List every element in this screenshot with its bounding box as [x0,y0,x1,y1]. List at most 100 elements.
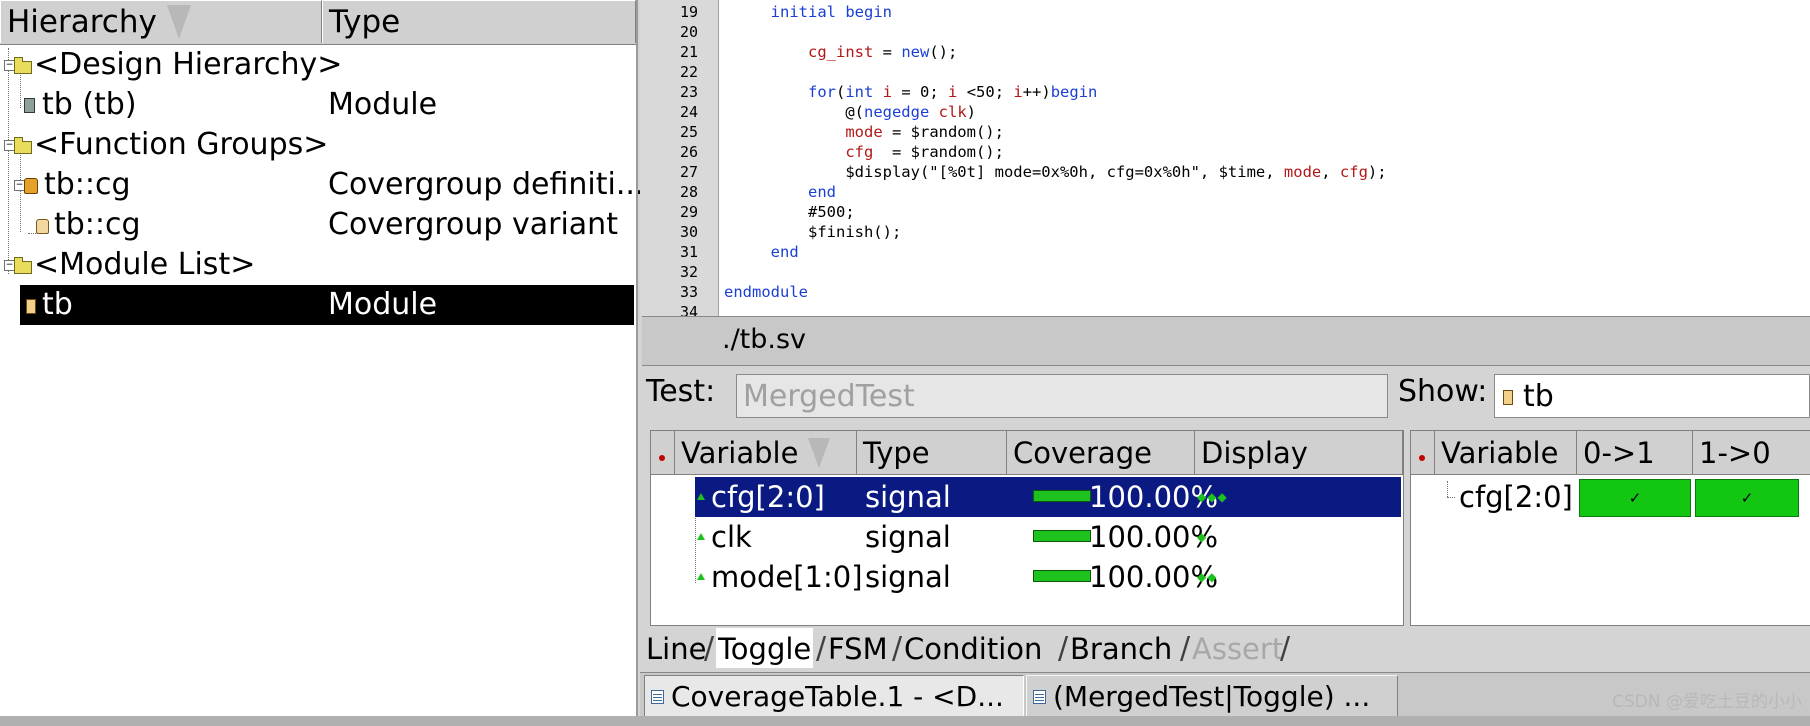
tree-node-type: Module [328,287,438,322]
fall-column-header[interactable]: 1->0 [1693,431,1810,475]
line-number: 27 [679,163,698,181]
code-line: end [808,183,836,201]
tab-condition[interactable]: Condition [904,628,1042,668]
show-field[interactable]: tb [1494,374,1810,418]
coverage-tabs: Line / Toggle / FSM / Condition / Branch… [644,628,1810,668]
test-field[interactable]: MergedTest [736,374,1388,418]
type-column-header[interactable]: Type [322,0,636,43]
tree-guide-line [1447,497,1455,498]
tree-guide-line [28,233,36,234]
covergroup-variant-icon [36,219,49,234]
line-number: 19 [679,3,698,21]
rise-covered-cell[interactable]: ✓ [1579,479,1691,517]
tree-node-label: tb [42,287,73,322]
tree-node-function-groups[interactable]: − <Function Groups> [0,125,636,165]
show-label: Show: [1398,374,1488,409]
tree-node-label: <Function Groups> [34,127,329,162]
fall-covered-cell[interactable]: ✓ [1695,479,1799,517]
type-cell: signal [865,520,951,554]
table-row[interactable]: cfg[2:0] signal 100.00% ◆◆◆ [651,477,1403,517]
tree-node-tb-instance[interactable]: tb (tb) Module [0,85,636,125]
tree-node-label: <Module List> [34,247,256,282]
tab-separator: / [1058,631,1069,666]
line-number: 26 [679,143,698,161]
tree-node-tb-module[interactable]: tb Module [0,285,636,325]
source-editor[interactable]: 19 20 21 22 23 24 25 26 27 28 29 30 31 3… [640,0,1810,321]
type-cell: signal [865,480,951,514]
tab-separator: / [1180,631,1191,666]
display-bits-icon: ◆◆ [1197,570,1218,584]
marker-column-header [651,431,675,475]
marker-column-header [1411,431,1435,475]
tree-guide-line [1447,481,1448,497]
tab-fsm[interactable]: FSM [828,628,888,668]
display-column-header[interactable]: Display [1195,431,1403,475]
code-line: cg_inst = new(); [808,43,958,61]
toggle-detail-table: Variable 0->1 1->0 cfg[2:0] ✓ ✓ [1410,430,1810,626]
line-number: 29 [679,203,698,221]
tree-node-label: tb (tb) [42,87,137,122]
tab-line[interactable]: Line [646,628,706,668]
display-bits-icon: ◆◆◆ [1197,490,1228,504]
hierarchy-column-label: Hierarchy [7,4,157,40]
line-number: 32 [679,263,698,281]
tab-branch[interactable]: Branch [1070,628,1172,668]
toggle-covered-icon [697,573,705,580]
tree-node-covergroup-variant[interactable]: tb::cg Covergroup variant [0,205,636,245]
type-column-header[interactable]: Type [857,431,1007,475]
line-number: 20 [679,23,698,41]
display-bits-icon: ◆ [1197,530,1208,544]
variable-column-header[interactable]: Variable [675,431,857,475]
code-line: #500; [724,203,855,221]
variable-column-header[interactable]: Variable [1435,431,1577,475]
variable-column-label: Variable [681,436,799,470]
toggle-covered-icon [697,533,705,540]
table-window-icon [1033,690,1046,704]
line-number: 31 [679,243,698,261]
code-line: for(int i = 0; i <50; i++)begin [808,83,1098,101]
code-line: $display("[%0t] mode=0x%0h, cfg=0x%0h", … [724,163,1387,181]
code-line: end [770,243,799,261]
tree-node-covergroup-definition[interactable]: − tb::cg Covergroup definiti... [0,165,644,205]
test-label: Test: [646,374,716,409]
toggle-variable-cell[interactable]: cfg[2:0] [1459,477,1573,517]
tree-node-label: tb::cg [44,167,131,202]
marker-dot-icon [1419,455,1425,461]
tree-node-type: Covergroup definiti... [328,167,645,202]
file-path-label: ./tb.sv [722,324,807,355]
tab-separator: / [816,631,827,666]
tree-node-module-list[interactable]: − <Module List> [0,245,636,285]
coverage-bar [1033,490,1091,502]
sort-descending-icon [166,4,191,39]
tab-toggle[interactable]: Toggle [716,628,814,668]
line-number: 24 [679,103,698,121]
line-number-gutter: 19 20 21 22 23 24 25 26 27 28 29 30 31 3… [640,0,719,321]
coverage-bar [1033,530,1091,542]
window-tab-merged-test[interactable]: (MergedTest|Toggle) ... [1026,675,1398,717]
show-field-value: tb [1523,379,1554,414]
window-tab-label: (MergedTest|Toggle) ... [1053,680,1371,713]
window-tab-coverage-table[interactable]: CoverageTable.1 - <D... [644,675,1024,717]
module-icon [1503,390,1513,405]
coverage-column-header[interactable]: Coverage [1007,431,1195,475]
table-row[interactable]: clk signal 100.00% ◆ [651,517,1403,557]
folder-icon [14,137,32,154]
variable-cell: mode[1:0] [711,560,863,594]
tree-node-type: Module [328,87,438,122]
hierarchy-column-header[interactable]: Hierarchy [0,0,322,43]
tab-separator: / [892,631,903,666]
file-path-bar: ./tb.sv [642,316,1810,366]
line-number: 30 [679,223,698,241]
module-instance-icon [24,98,35,113]
table-row[interactable]: mode[1:0] signal 100.00% ◆◆ [651,557,1403,597]
variable-cell: cfg[2:0] [711,480,825,514]
tree-node-design-hierarchy[interactable]: − <Design Hierarchy> [0,45,636,85]
watermark: CSDN @爱吃土豆的小小 [1612,692,1802,712]
table-window-icon [651,690,664,704]
tab-assert: Assert [1192,632,1284,666]
code-line: cfg = $random(); [845,143,1004,161]
rise-column-header[interactable]: 0->1 [1577,431,1693,475]
tree-node-label: tb::cg [54,207,141,242]
line-number: 22 [679,63,698,81]
code-line: initial begin [770,3,893,21]
